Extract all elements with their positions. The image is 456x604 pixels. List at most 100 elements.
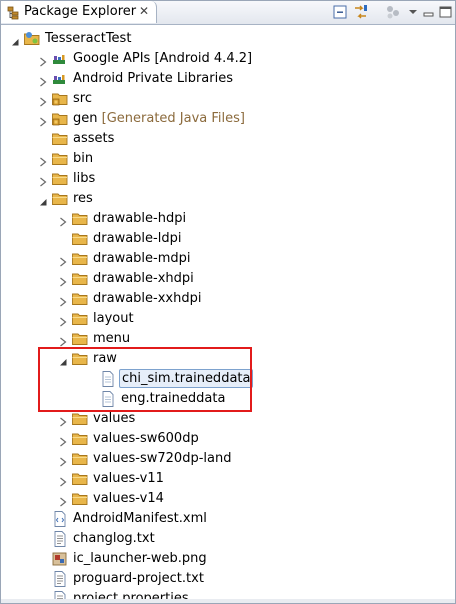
tree-item-changlog-txt[interactable]: changlog.txt bbox=[1, 529, 455, 549]
close-icon[interactable]: ✕ bbox=[137, 4, 151, 18]
tree-item-label: layout bbox=[93, 311, 134, 326]
file-icon bbox=[99, 390, 117, 408]
collapsed-arrow-icon[interactable] bbox=[37, 93, 49, 107]
tree-item-values-v11[interactable]: values-v11 bbox=[1, 469, 455, 489]
tree-item-drawable-ldpi[interactable]: drawable-ldpi bbox=[1, 229, 455, 249]
tree-item-androidmanifest-xml[interactable]: AndroidManifest.xml bbox=[1, 509, 455, 529]
library-icon bbox=[51, 50, 69, 68]
expanded-arrow-icon[interactable] bbox=[57, 353, 69, 366]
link-with-editor-icon[interactable] bbox=[352, 4, 370, 20]
text-file-icon bbox=[51, 530, 69, 548]
tree-item-label: proguard-project.txt bbox=[73, 571, 204, 586]
folder-icon bbox=[71, 230, 89, 248]
tree-item-label: values-sw720dp-land bbox=[93, 451, 232, 466]
tree-item-label: drawable-ldpi bbox=[93, 231, 182, 246]
folder-icon bbox=[71, 450, 89, 468]
folder-icon bbox=[51, 150, 69, 168]
source-folder-icon bbox=[51, 90, 69, 108]
collapsed-arrow-icon[interactable] bbox=[57, 433, 69, 447]
folder-icon bbox=[71, 250, 89, 268]
tree-item-layout[interactable]: layout bbox=[1, 309, 455, 329]
tree-item-label: values-v14 bbox=[93, 491, 164, 506]
tree-item-label: values bbox=[93, 411, 136, 426]
tree-item-android-private-libraries[interactable]: Android Private Libraries bbox=[1, 69, 455, 89]
folder-icon bbox=[71, 490, 89, 508]
tree-item-assets[interactable]: assets bbox=[1, 129, 455, 149]
folder-icon bbox=[71, 430, 89, 448]
tree-item-libs[interactable]: libs bbox=[1, 169, 455, 189]
collapsed-arrow-icon[interactable] bbox=[57, 273, 69, 287]
collapsed-arrow-icon[interactable] bbox=[57, 213, 69, 227]
folder-icon bbox=[71, 290, 89, 308]
collapsed-arrow-icon[interactable] bbox=[37, 73, 49, 87]
collapsed-arrow-icon[interactable] bbox=[37, 53, 49, 67]
tree-item-ic-launcher-web-png[interactable]: ic_launcher-web.png bbox=[1, 549, 455, 569]
collapsed-arrow-icon[interactable] bbox=[57, 253, 69, 267]
collapsed-arrow-icon[interactable] bbox=[57, 493, 69, 507]
tree-item-chi-sim-traineddata[interactable]: chi_sim.traineddata bbox=[1, 369, 455, 389]
tree-item-label: changlog.txt bbox=[73, 531, 155, 546]
maximize-icon[interactable] bbox=[438, 4, 455, 20]
package-explorer-icon bbox=[6, 5, 20, 20]
tree-item-tesseracttest[interactable]: TesseractTest bbox=[1, 29, 455, 49]
tree-item-drawable-mdpi[interactable]: drawable-mdpi bbox=[1, 249, 455, 269]
folder-icon bbox=[71, 210, 89, 228]
tree-item-label: libs bbox=[73, 171, 96, 186]
tree-item-label: drawable-xxhdpi bbox=[93, 291, 202, 306]
tree-item-google-apis-android-4-4-2[interactable]: Google APIs [Android 4.4.2] bbox=[1, 49, 455, 69]
tree-item-res[interactable]: res bbox=[1, 189, 455, 209]
tree-item-label: drawable-hdpi bbox=[93, 211, 187, 226]
collapsed-arrow-icon[interactable] bbox=[57, 453, 69, 467]
folder-icon bbox=[71, 270, 89, 288]
view-title: Package Explorer bbox=[24, 4, 137, 19]
tree-item-values-sw600dp[interactable]: values-sw600dp bbox=[1, 429, 455, 449]
tab-package-explorer[interactable]: Package Explorer ✕ bbox=[1, 1, 157, 23]
text-file-icon bbox=[51, 570, 69, 588]
tree-item-values[interactable]: values bbox=[1, 409, 455, 429]
tree-item-eng-traineddata[interactable]: eng.traineddata bbox=[1, 389, 455, 409]
folder-icon bbox=[71, 310, 89, 328]
tree-item-label: chi_sim.traineddata bbox=[119, 369, 254, 388]
collapsed-arrow-icon[interactable] bbox=[57, 413, 69, 427]
tree-item-label: AndroidManifest.xml bbox=[73, 511, 207, 526]
tree-item-label: Google APIs [Android 4.4.2] bbox=[73, 51, 253, 66]
xml-file-icon bbox=[51, 510, 69, 528]
collapsed-arrow-icon[interactable] bbox=[57, 313, 69, 327]
tree-item-bin[interactable]: bin bbox=[1, 149, 455, 169]
android-project-icon bbox=[23, 30, 41, 48]
folder-icon bbox=[71, 470, 89, 488]
tree-item-label: gen [Generated Java Files] bbox=[73, 111, 245, 126]
tree-item-label: TesseractTest bbox=[45, 31, 132, 46]
tree-item-drawable-hdpi[interactable]: drawable-hdpi bbox=[1, 209, 455, 229]
collapsed-arrow-icon[interactable] bbox=[57, 473, 69, 487]
collapsed-arrow-icon[interactable] bbox=[57, 333, 69, 347]
expanded-arrow-icon[interactable] bbox=[9, 33, 21, 46]
collapse-all-icon[interactable] bbox=[332, 4, 350, 20]
view-tab-bar: Package Explorer ✕ bbox=[1, 1, 455, 25]
horizontal-scrollbar[interactable] bbox=[1, 599, 455, 603]
expanded-arrow-icon[interactable] bbox=[37, 193, 49, 206]
minimize-icon[interactable] bbox=[421, 4, 439, 20]
file-icon bbox=[99, 370, 117, 388]
tree-item-drawable-xhdpi[interactable]: drawable-xhdpi bbox=[1, 269, 455, 289]
tree-item-menu[interactable]: menu bbox=[1, 329, 455, 349]
tree-item-values-sw720dp-land[interactable]: values-sw720dp-land bbox=[1, 449, 455, 469]
tree-item-label: ic_launcher-web.png bbox=[73, 551, 207, 566]
tree-item-raw[interactable]: raw bbox=[1, 349, 455, 369]
tree-item-label: src bbox=[73, 91, 92, 106]
tree-item-proguard-project-txt[interactable]: proguard-project.txt bbox=[1, 569, 455, 589]
tree-item-drawable-xxhdpi[interactable]: drawable-xxhdpi bbox=[1, 289, 455, 309]
collapsed-arrow-icon[interactable] bbox=[37, 173, 49, 187]
tree-item-label: values-v11 bbox=[93, 471, 164, 486]
folder-icon bbox=[51, 190, 69, 208]
focus-icon[interactable] bbox=[385, 4, 403, 20]
collapsed-arrow-icon[interactable] bbox=[37, 113, 49, 127]
collapsed-arrow-icon[interactable] bbox=[57, 293, 69, 307]
tree-item-label: res bbox=[73, 191, 93, 206]
tree-item-gen[interactable]: gen [Generated Java Files] bbox=[1, 109, 455, 129]
tree-item-src[interactable]: src bbox=[1, 89, 455, 109]
tree-item-values-v14[interactable]: values-v14 bbox=[1, 489, 455, 509]
collapsed-arrow-icon[interactable] bbox=[37, 153, 49, 167]
tree-item-label: raw bbox=[93, 351, 117, 366]
library-icon bbox=[51, 70, 69, 88]
